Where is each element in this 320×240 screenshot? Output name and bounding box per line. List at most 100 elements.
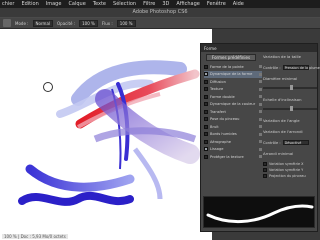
option-label: Pose du pinceau (210, 117, 240, 122)
control-select[interactable]: Pression de la plume (282, 65, 320, 70)
control2-select[interactable]: Désactivé (282, 140, 309, 145)
lock-icon[interactable] (259, 117, 262, 121)
brush-projection-label: Projection du pinceau (269, 174, 306, 178)
option-label: Forme double (210, 94, 235, 99)
option-checkbox[interactable] (204, 87, 208, 92)
lock-icon[interactable] (259, 80, 262, 84)
control-label: Contrôle : (263, 65, 281, 70)
brush-option-row[interactable]: Bruit (204, 123, 262, 131)
lock-icon[interactable] (259, 140, 262, 144)
lock-icon[interactable] (259, 125, 262, 129)
flip-x-label: Variation symétrie X (269, 162, 304, 166)
option-checkbox[interactable] (204, 147, 208, 152)
brush-strokes-artwork (18, 60, 200, 206)
menu-filter[interactable]: Filtre (143, 0, 155, 8)
mode-select[interactable]: Normal (32, 19, 54, 27)
brush-option-row[interactable]: Texture (204, 86, 262, 94)
option-checkbox[interactable] (204, 139, 208, 144)
control2-label: Contrôle : (263, 140, 281, 145)
lock-icon[interactable] (259, 132, 262, 136)
lock-icon[interactable] (259, 110, 262, 114)
slider-knob[interactable] (290, 106, 293, 111)
angle-jitter-label: Variation de l'angle (263, 118, 300, 123)
option-checkbox[interactable] (204, 79, 208, 84)
lock-icon[interactable] (259, 155, 262, 159)
menu-file[interactable]: chier (2, 0, 14, 8)
opacity-field[interactable]: 100 % (79, 19, 98, 27)
option-label: Dynamique de la forme (210, 72, 253, 77)
lock-icon[interactable] (259, 72, 262, 76)
lock-icon[interactable] (259, 102, 262, 106)
brush-option-row[interactable]: Aérographe (204, 138, 262, 146)
menu-window[interactable]: Fenêtre (207, 0, 226, 8)
option-checkbox[interactable] (204, 132, 208, 137)
option-label: Protéger la texture (210, 154, 244, 159)
brush-option-row[interactable]: Forme double (204, 93, 262, 101)
control-row: Contrôle : Pression de la plume (263, 65, 320, 70)
option-label: Transfert (210, 109, 226, 114)
min-diameter-slider[interactable] (263, 85, 317, 90)
menu-select[interactable]: Sélection (113, 0, 136, 8)
option-checkbox[interactable] (204, 154, 208, 159)
panel-tabs: Forme (201, 44, 317, 52)
menu-layer[interactable]: Calque (68, 0, 85, 8)
lock-icon[interactable] (259, 95, 262, 99)
options-bar: Mode : Normal Opacité : 100 % Flux : 100… (0, 18, 320, 29)
brush-option-row[interactable]: Bords humides (204, 131, 262, 139)
checkbox-box[interactable] (263, 174, 267, 178)
checkbox-box[interactable] (263, 168, 267, 172)
lock-icon[interactable] (259, 87, 262, 91)
flow-field[interactable]: 100 % (116, 19, 136, 27)
status-bar-text: 100 % | Doc : 5,93 Mo/0 octets (2, 234, 68, 239)
option-checkbox[interactable] (204, 64, 208, 69)
menu-type[interactable]: Texte (93, 0, 106, 8)
option-checkbox[interactable] (204, 124, 208, 129)
menu-view[interactable]: Affichage (176, 0, 200, 8)
flow-label: Flux : (101, 20, 113, 26)
window-title: Adobe Photoshop CS6 (132, 9, 188, 15)
tab-brush[interactable]: Forme (204, 46, 217, 51)
control2-row: Contrôle : Désactivé (263, 140, 317, 145)
brush-option-row[interactable]: Diffusion (204, 78, 262, 86)
brush-projection-checkbox[interactable]: Projection du pinceau (263, 174, 317, 178)
option-label: Diffusion (210, 79, 226, 84)
brush-option-row[interactable]: Transfert (204, 108, 262, 116)
slider-knob[interactable] (290, 85, 293, 90)
brush-option-row[interactable]: Dynamique de la couleur (204, 101, 262, 109)
option-checkbox[interactable] (204, 102, 208, 107)
flip-y-label: Variation symétrie Y (269, 168, 304, 172)
brush-option-row[interactable]: Lissage (204, 146, 262, 154)
brush-tool-icon[interactable] (3, 19, 11, 27)
option-label: Bruit (210, 124, 219, 129)
brush-option-row[interactable]: Dynamique de la forme (204, 70, 262, 78)
brush-panel: Forme Formes prédéfinies Forme de la poi… (200, 43, 320, 232)
document-canvas[interactable]: 100 % | Doc : 5,93 Mo/0 octets (0, 29, 212, 240)
option-checkbox[interactable] (204, 94, 208, 99)
option-checkbox[interactable] (204, 109, 208, 114)
size-jitter-label: Variation de la taille (263, 54, 301, 59)
brush-option-row[interactable]: Protéger la texture (204, 153, 262, 161)
lock-icon[interactable] (259, 65, 262, 69)
checkbox-box[interactable] (263, 162, 267, 166)
option-label: Lissage (210, 147, 224, 152)
menu-3d[interactable]: 3D (162, 0, 169, 8)
option-checkbox[interactable] (204, 72, 208, 77)
brush-option-row[interactable]: Forme de la pointe (204, 63, 262, 71)
title-bar: Adobe Photoshop CS6 (0, 8, 320, 18)
brush-cursor (43, 82, 53, 92)
option-label: Bords humides (210, 132, 237, 137)
opacity-label: Opacité : (57, 20, 76, 26)
flip-y-checkbox[interactable]: Variation symétrie Y (263, 168, 317, 172)
tilt-scale-slider[interactable] (263, 106, 317, 111)
menu-image[interactable]: Image (46, 0, 62, 8)
brush-option-row[interactable]: Pose du pinceau (204, 116, 262, 124)
min-roundness-label: Arrondi minimal (263, 151, 294, 156)
lock-icon[interactable] (259, 147, 262, 151)
menu-help[interactable]: Aide (233, 0, 244, 8)
option-checkbox[interactable] (204, 117, 208, 122)
stroke-preview-graphic (206, 204, 314, 224)
menu-edit[interactable]: Edition (21, 0, 38, 8)
flip-x-checkbox[interactable]: Variation symétrie X (263, 162, 317, 166)
brush-presets-button[interactable]: Formes prédéfinies (206, 54, 256, 61)
mode-label: Mode : (15, 20, 29, 26)
